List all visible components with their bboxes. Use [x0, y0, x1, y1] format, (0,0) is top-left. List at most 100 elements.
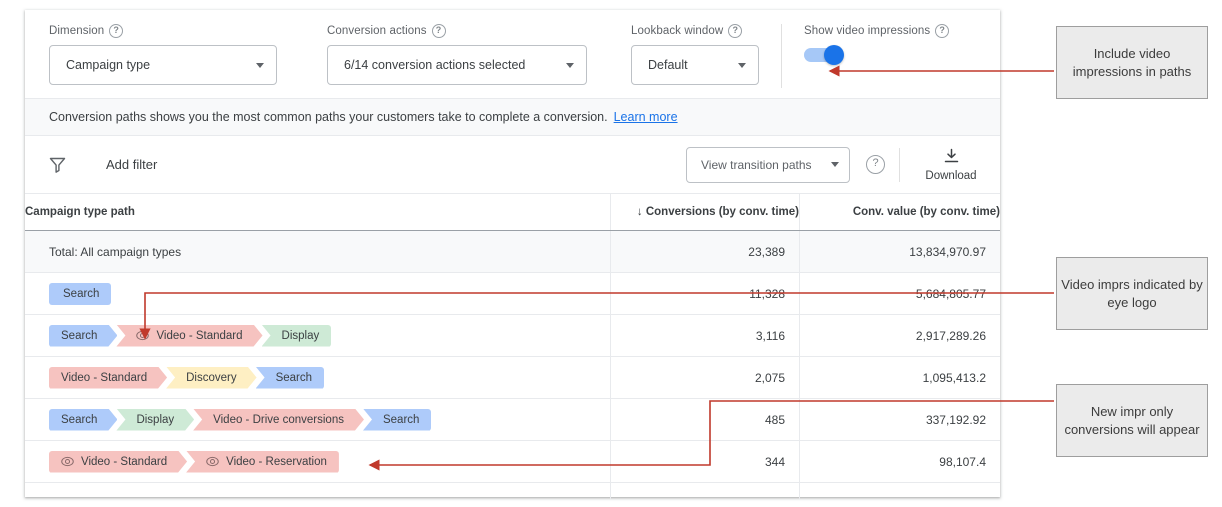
total-label: Total: All campaign types	[25, 230, 611, 273]
path-cell: Video - Standard Video - Reservation	[25, 440, 611, 483]
dimension-label: Dimension ?	[49, 24, 277, 38]
show-video-impressions-label: Show video impressions ?	[804, 24, 950, 38]
path-chip[interactable]: Search	[362, 408, 432, 431]
path-chip-label: Search	[61, 413, 98, 426]
total-conversions: 23,389	[610, 230, 800, 273]
conversion-actions-select[interactable]: 6/14 conversion actions selected	[327, 45, 587, 85]
lookback-window-select-value: Default	[648, 58, 688, 72]
path-chips: Video - Standard Discovery Search	[49, 366, 609, 389]
chevron-down-icon	[256, 62, 264, 68]
path-chip-label: Video - Standard	[156, 329, 243, 342]
conversion-actions-label-text: Conversion actions	[327, 25, 427, 37]
table-row[interactable]: Search Display Video - Drive conversions Se…	[25, 398, 1000, 441]
path-cell: Video - Standard Discovery Search	[25, 356, 611, 399]
lookback-window-control: Lookback window ? Default	[587, 24, 759, 85]
dimension-select-value: Campaign type	[66, 58, 151, 72]
chevron-down-icon	[831, 162, 839, 167]
chevron-down-icon	[738, 62, 746, 68]
path-chip[interactable]: Search	[49, 282, 112, 305]
table-body: Total: All campaign types 23,389 13,834,97…	[25, 230, 1000, 499]
path-chip[interactable]: Video - Drive conversions	[193, 409, 364, 431]
path-chips: Search Display Video - Drive conversions Se…	[49, 408, 609, 431]
download-label: Download	[925, 169, 977, 182]
path-chip[interactable]: Search	[49, 409, 117, 431]
path-chip-label: Video - Standard	[61, 371, 148, 384]
conversions-cell: 2,075	[610, 356, 800, 399]
add-filter-button[interactable]: Add filter	[106, 157, 157, 172]
question-mark-icon[interactable]: ?	[431, 24, 446, 38]
info-banner-text: Conversion paths shows you the most comm…	[49, 110, 608, 124]
column-header-conversions[interactable]: ↓ Conversions (by conv. time)	[610, 194, 800, 231]
path-chip[interactable]: Search	[255, 366, 325, 389]
lookback-window-label: Lookback window ?	[631, 24, 759, 38]
path-chip[interactable]: Search	[49, 325, 117, 347]
column-header-path[interactable]: Campaign type path	[25, 194, 611, 231]
path-chip-label: Video - Drive conversions	[213, 413, 344, 426]
question-mark-icon[interactable]: ?	[935, 24, 950, 38]
path-chip-label: Video - Standard	[81, 455, 168, 468]
table-row[interactable]: Video - Standard Video - Reservation 344 98…	[25, 440, 1000, 483]
download-icon	[943, 148, 960, 168]
question-mark-icon[interactable]: ?	[728, 24, 743, 38]
conversion-paths-table: Campaign type path ↓ Conversions (by con…	[25, 194, 1000, 499]
filter-bar: Add filter View transition paths ? Downl…	[25, 136, 1000, 194]
dimension-select[interactable]: Campaign type	[49, 45, 277, 85]
dimension-control: Dimension ? Campaign type	[25, 24, 277, 85]
table-row-total: Total: All campaign types 23,389 13,834,97…	[25, 230, 1000, 273]
filter-bar-right: View transition paths ? Download	[686, 146, 984, 183]
callout-text: Include video impressions in paths	[1072, 45, 1192, 79]
path-chip[interactable]: Discovery	[166, 367, 256, 389]
path-chip[interactable]: Video - Standard	[116, 325, 262, 347]
table-header-row: Campaign type path ↓ Conversions (by con…	[25, 194, 1000, 231]
callout-text: Video imprs indicated by eye logo	[1061, 276, 1203, 310]
filter-bar-left: Add filter	[49, 157, 686, 173]
conversions-cell: 344	[610, 440, 800, 483]
controls-bar: Dimension ? Campaign type Conversion act…	[25, 10, 1000, 98]
download-button[interactable]: Download	[918, 148, 984, 182]
path-chip[interactable]: Video - Reservation	[186, 450, 339, 473]
callout-include-video-impressions: Include video impressions in paths	[1056, 26, 1208, 99]
conversions-cell: 3,116	[610, 314, 800, 357]
conv-value-cell: 98,107.4	[799, 440, 1000, 483]
conv-value-cell: 337,192.92	[799, 398, 1000, 441]
path-chips: Search Video - Standard Display	[49, 324, 609, 347]
path-chips: Search	[49, 282, 609, 305]
path-cell: Search Video - Standard Display	[25, 314, 611, 357]
column-header-conversions-label: Conversions (by conv. time)	[645, 206, 799, 218]
conv-value-cell: 5,684,805.77	[799, 272, 1000, 315]
show-video-impressions-toggle[interactable]	[804, 45, 848, 65]
lookback-window-select[interactable]: Default	[631, 45, 759, 85]
column-header-conv-value[interactable]: Conv. value (by conv. time)	[799, 194, 1000, 231]
conversion-actions-select-value: 6/14 conversion actions selected	[344, 58, 526, 72]
path-chip[interactable]: Display	[116, 409, 194, 431]
info-banner: Conversion paths shows you the most comm…	[25, 98, 1000, 136]
table-row-partial	[25, 482, 1000, 499]
callout-video-imprs-eye-logo: Video imprs indicated by eye logo	[1056, 257, 1208, 330]
table-row[interactable]: Video - Standard Discovery Search 2,075 1,09…	[25, 356, 1000, 399]
path-chip-label: Video - Reservation	[226, 455, 327, 468]
toggle-knob	[824, 45, 844, 65]
view-transition-paths-select[interactable]: View transition paths	[686, 146, 850, 183]
path-cell: Search Display Video - Drive conversions Se…	[25, 398, 611, 441]
conversion-actions-label: Conversion actions ?	[327, 24, 587, 38]
path-chip[interactable]: Video - Standard	[49, 451, 187, 473]
callout-new-impr-only-conversions: New impr only conversions will appear	[1056, 384, 1208, 457]
path-chip[interactable]: Video - Standard	[49, 367, 167, 389]
table-head: Campaign type path ↓ Conversions (by con…	[25, 194, 1000, 231]
dimension-label-text: Dimension	[49, 25, 105, 37]
funnel-icon[interactable]	[49, 157, 66, 173]
question-mark-icon[interactable]: ?	[109, 24, 124, 38]
view-transition-paths-value: View transition paths	[701, 157, 812, 172]
path-cell: Search	[25, 272, 611, 315]
question-mark-icon[interactable]: ?	[866, 155, 885, 174]
conv-value-cell: 1,095,413.2	[799, 356, 1000, 399]
conversions-cell: 485	[610, 398, 800, 441]
learn-more-link[interactable]: Learn more	[614, 110, 678, 124]
table-row[interactable]: Search 11,328 5,684,805.77	[25, 272, 1000, 315]
path-chip[interactable]: Display	[261, 324, 332, 347]
callout-text: New impr only conversions will appear	[1064, 403, 1200, 437]
eye-icon	[136, 329, 149, 342]
toolbar-divider	[899, 147, 900, 182]
table-row[interactable]: Search Video - Standard Display 3,116 2,917,…	[25, 314, 1000, 357]
path-chip-label: Search	[382, 413, 420, 426]
